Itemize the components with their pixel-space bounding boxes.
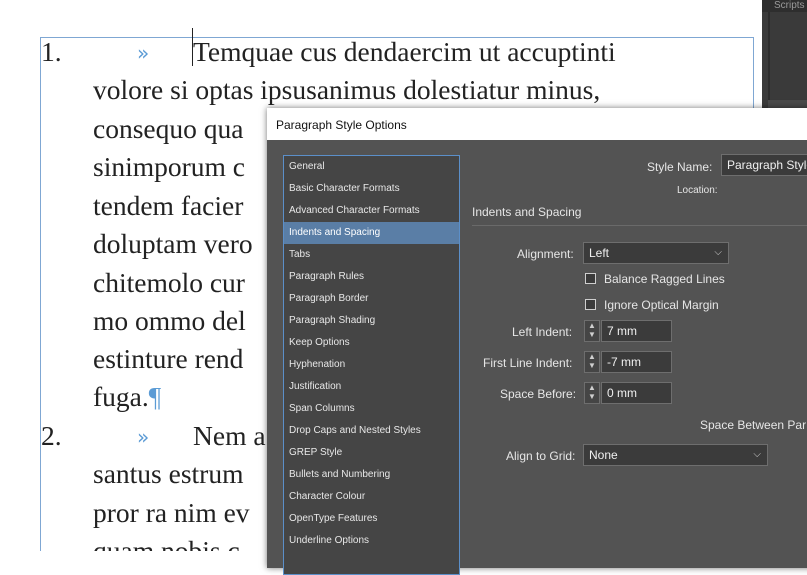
text-line[interactable]: Nem a xyxy=(193,420,266,452)
space-before-label: Space Before: xyxy=(500,387,577,401)
ignore-optical-margin-checkbox[interactable] xyxy=(585,299,596,310)
section-divider xyxy=(472,225,807,226)
alignment-select[interactable]: Left ⌵ xyxy=(583,242,729,264)
style-name-label: Style Name: xyxy=(647,160,713,174)
category-item-selected[interactable]: Indents and Spacing xyxy=(284,222,459,244)
category-item[interactable]: General xyxy=(284,156,459,178)
space-before-input[interactable]: 0 mm xyxy=(601,382,672,404)
paragraph-style-options-dialog: Paragraph Style Options General Basic Ch… xyxy=(267,108,807,575)
category-item[interactable]: Tabs xyxy=(284,244,459,266)
category-item[interactable]: OpenType Features xyxy=(284,508,459,530)
text-line[interactable]: pror ra nim ev xyxy=(93,497,250,529)
left-indent-stepper[interactable]: ▲ ▼ xyxy=(584,320,600,342)
align-to-grid-select[interactable]: None ⌵ xyxy=(583,444,768,466)
balance-ragged-lines-label: Balance Ragged Lines xyxy=(604,272,725,286)
align-to-grid-value: None xyxy=(589,448,618,462)
balance-ragged-lines-checkbox[interactable] xyxy=(585,273,596,284)
list-number: 2. xyxy=(41,420,62,451)
space-between-label: Space Between Par xyxy=(700,418,807,432)
alignment-value: Left xyxy=(589,246,610,260)
style-name-input[interactable]: Paragraph Style xyxy=(721,154,807,176)
category-item[interactable]: Drop Caps and Nested Styles xyxy=(284,420,459,442)
align-to-grid-label: Align to Grid: xyxy=(506,449,576,463)
text-line-content: fuga. xyxy=(93,381,149,412)
category-item[interactable]: GREP Style xyxy=(284,442,459,464)
location-label: Location: xyxy=(677,185,718,196)
category-item[interactable]: Advanced Character Formats xyxy=(284,200,459,222)
category-item[interactable]: Paragraph Rules xyxy=(284,266,459,288)
category-item[interactable]: Character Colour xyxy=(284,486,459,508)
first-line-indent-stepper[interactable]: ▲ ▼ xyxy=(584,351,600,373)
text-line[interactable]: fuga.¶ xyxy=(93,381,161,413)
list-number: 1. xyxy=(41,36,62,67)
tab-marker: » xyxy=(137,41,150,65)
category-item[interactable]: Paragraph Shading xyxy=(284,310,459,332)
section-title: Indents and Spacing xyxy=(472,205,582,219)
ignore-optical-margin-label: Ignore Optical Margin xyxy=(604,298,719,312)
text-line[interactable]: estinture rend xyxy=(93,343,243,375)
text-line[interactable]: santus estrum xyxy=(93,458,243,490)
dialog-title: Paragraph Style Options xyxy=(276,118,407,132)
text-line[interactable]: volore si optas ipsusanimus dolestiatur … xyxy=(93,74,600,106)
dialog-titlebar[interactable]: Paragraph Style Options xyxy=(267,108,807,140)
text-line[interactable]: quam nobis c xyxy=(93,535,240,551)
text-line[interactable]: mo ommo del xyxy=(93,305,246,337)
text-line[interactable]: tendem facier xyxy=(93,190,243,222)
category-item[interactable]: Basic Character Formats xyxy=(284,178,459,200)
left-indent-label: Left Indent: xyxy=(512,325,573,339)
text-line[interactable]: consequo qua xyxy=(93,113,243,145)
category-item[interactable]: Paragraph Border xyxy=(284,288,459,310)
alignment-label: Alignment: xyxy=(517,247,574,261)
category-list: General Basic Character Formats Advanced… xyxy=(283,155,460,575)
first-line-indent-input[interactable]: -7 mm xyxy=(601,351,672,373)
panel-tab-scripts[interactable]: Scripts xyxy=(762,0,807,12)
text-line[interactable]: chitemolo cur xyxy=(93,267,245,299)
pilcrow-mark: ¶ xyxy=(148,381,162,412)
category-item[interactable]: Underline Options xyxy=(284,530,459,552)
text-line[interactable]: doluptam vero xyxy=(93,228,253,260)
chevron-down-icon: ⌵ xyxy=(753,449,761,460)
chevron-down-icon: ⌵ xyxy=(714,247,722,258)
category-item[interactable]: Span Columns xyxy=(284,398,459,420)
text-line[interactable]: sinimporum c xyxy=(93,151,245,183)
tab-marker: » xyxy=(137,425,150,449)
left-indent-input[interactable]: 7 mm xyxy=(601,320,672,342)
category-item[interactable]: Hyphenation xyxy=(284,354,459,376)
text-line[interactable]: Temquae cus dendaercim ut accuptinti xyxy=(193,36,616,68)
category-item[interactable]: Keep Options xyxy=(284,332,459,354)
first-line-indent-label: First Line Indent: xyxy=(483,356,573,370)
space-before-stepper[interactable]: ▲ ▼ xyxy=(584,382,600,404)
category-item[interactable]: Justification xyxy=(284,376,459,398)
category-item[interactable]: Bullets and Numbering xyxy=(284,464,459,486)
